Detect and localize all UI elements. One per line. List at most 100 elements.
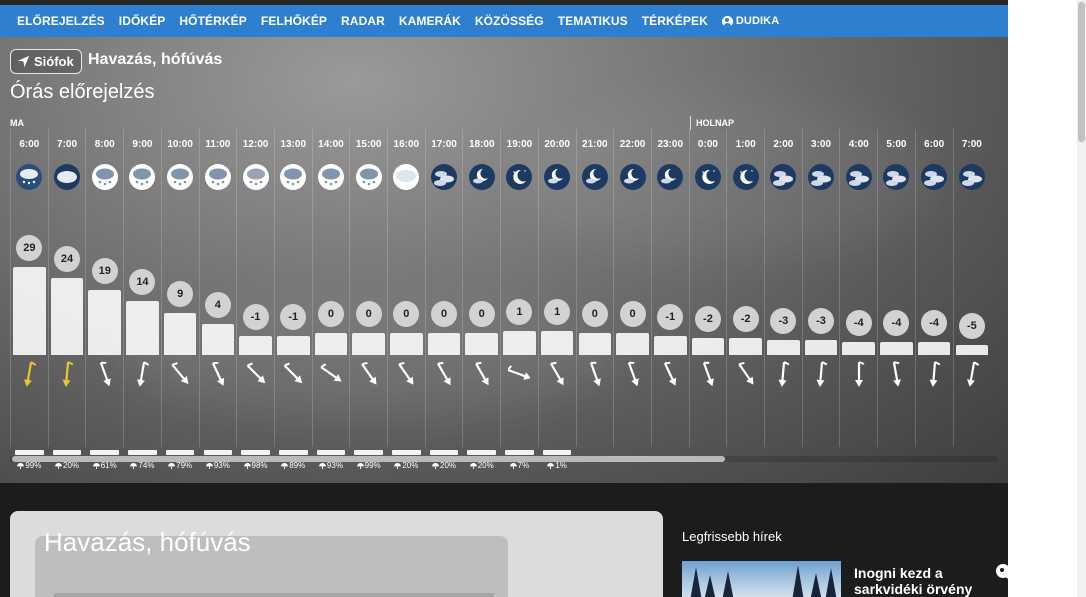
precip-bar xyxy=(128,450,157,455)
wind-arrow-icon xyxy=(507,359,532,389)
precip-bar xyxy=(429,450,459,455)
hour-column[interactable]: 8:00 19 61% xyxy=(85,129,123,470)
nav-kozosseg[interactable]: KÖZÖSSÉG xyxy=(475,14,544,28)
temperature-value: -1 xyxy=(280,303,307,330)
news-title[interactable]: Inogni kezd a sarkvidéki örvény xyxy=(854,565,1004,597)
hour-time: 3:00 xyxy=(811,139,832,150)
hour-time: 0:00 xyxy=(697,139,718,150)
nav-radar[interactable]: RADAR xyxy=(341,14,385,28)
nav-tematikus[interactable]: TEMATIKUS xyxy=(558,14,628,28)
hour-column[interactable]: 20:00 1 1% xyxy=(537,129,576,470)
precip-probability: 20% xyxy=(388,461,425,470)
weather-headline: Havazás, hófúvás xyxy=(88,51,223,68)
nav-elorejelzes[interactable]: ELŐREJELZÉS xyxy=(17,14,105,28)
horizontal-scrollbar-thumb[interactable] xyxy=(12,456,725,462)
hour-column[interactable]: 4:00 -4 xyxy=(839,129,877,447)
hour-column[interactable]: 11:00 4 93% xyxy=(198,129,237,470)
hour-column[interactable]: 10:00 9 79% xyxy=(160,129,199,470)
temperature-bar xyxy=(390,333,423,355)
idokep-logo[interactable]: időkép xyxy=(994,562,1072,584)
hour-time: 4:00 xyxy=(848,139,869,150)
night-partly-icon xyxy=(543,163,571,191)
temperature-value: -4 xyxy=(883,310,910,337)
hour-time: 22:00 xyxy=(619,139,646,150)
temperature-value: -1 xyxy=(242,303,269,330)
hour-column[interactable]: 12:00 -1 98% xyxy=(236,129,274,470)
wind-arrow-icon xyxy=(885,359,907,389)
hourly-grid[interactable]: 6:00 29 99% 7:00 24 20% 8:00 19 61% 9:00 14 74% 10:0… xyxy=(10,129,998,470)
hour-column[interactable]: 19:00 1 7% xyxy=(500,129,538,470)
wind-arrow-icon xyxy=(94,359,116,389)
wind-arrow-icon xyxy=(961,359,983,389)
hour-time: 17:00 xyxy=(431,139,457,150)
night-partly-icon xyxy=(468,163,496,191)
nav-user[interactable]: DUDIKA xyxy=(721,15,779,27)
temperature-bar xyxy=(427,333,461,355)
hour-column[interactable]: 21:00 0 xyxy=(575,129,614,447)
precip-bar xyxy=(203,450,233,455)
nav-terkepek[interactable]: TÉRKÉPEK xyxy=(642,14,708,28)
umbrella-icon xyxy=(243,463,251,469)
umbrella-icon xyxy=(168,463,176,469)
wind-arrow-icon xyxy=(659,359,681,389)
hour-time: 9:00 xyxy=(132,139,153,150)
nav-kamerak[interactable]: KAMERÁK xyxy=(399,14,461,28)
location-button[interactable]: Siófok xyxy=(10,49,82,74)
hour-column[interactable]: 5:00 -4 xyxy=(877,129,915,447)
temperature-value: -2 xyxy=(732,305,759,332)
hour-time: 12:00 xyxy=(242,139,269,150)
temperature-bar xyxy=(126,301,159,355)
temperature-bar xyxy=(276,335,310,355)
temperature-value: 4 xyxy=(204,292,231,319)
umbrella-icon xyxy=(356,463,364,469)
hour-column[interactable]: 2:00 -3 xyxy=(764,129,802,447)
nav-idokep[interactable]: IDŐKÉP xyxy=(119,14,166,28)
umbrella-icon xyxy=(509,463,517,469)
nav-hoterkep[interactable]: HŐTÉRKÉP xyxy=(179,14,246,28)
hour-column[interactable]: 18:00 0 20% xyxy=(462,129,500,470)
hour-column[interactable]: 7:00 -5 xyxy=(952,129,991,447)
hourly-forecast-panel: Siófok Havazás, hófúvás Órás előrejelzés… xyxy=(0,37,1008,483)
hour-column[interactable]: 6:00 -4 xyxy=(914,129,953,447)
snow-icon xyxy=(166,163,194,191)
temperature-value: 29 xyxy=(16,235,43,261)
hour-column[interactable]: 9:00 14 74% xyxy=(123,129,161,470)
wind-arrow-icon xyxy=(56,359,78,389)
precip-probability: 20% xyxy=(49,461,86,470)
wind-arrow-icon xyxy=(923,359,945,389)
wind-arrow-icon xyxy=(245,359,267,389)
news-thumbnail[interactable] xyxy=(682,561,841,597)
hour-column[interactable]: 7:00 24 20% xyxy=(47,129,86,470)
hour-column[interactable]: 22:00 0 xyxy=(613,129,651,447)
hour-column[interactable]: 3:00 -3 xyxy=(801,129,840,447)
location-name: Siófok xyxy=(34,54,74,69)
snow-icon xyxy=(355,163,383,191)
hour-column[interactable]: 15:00 0 99% xyxy=(349,129,387,470)
content-area: Havazás, hófúvás Legfrissebb hírek Inogn… xyxy=(0,483,1008,597)
temperature-bar xyxy=(201,324,235,355)
hour-time: 6:00 xyxy=(924,139,945,150)
hour-column[interactable]: 1:00 -2 xyxy=(726,129,764,447)
hour-time: 7:00 xyxy=(961,139,982,150)
section-title: Órás előrejelzés xyxy=(10,81,155,103)
wind-arrow-icon xyxy=(810,359,832,389)
wind-arrow-icon xyxy=(282,359,304,389)
snow-icon xyxy=(128,163,156,191)
temperature-value: -4 xyxy=(845,310,872,337)
night-cloudy-icon xyxy=(769,163,797,191)
nav-felhokep[interactable]: FELHŐKÉP xyxy=(261,14,327,28)
hour-column[interactable]: 16:00 0 20% xyxy=(387,129,425,470)
temperature-value: 0 xyxy=(317,301,344,328)
page-scrollbar-thumb[interactable] xyxy=(1078,2,1085,142)
right-page-margin xyxy=(1008,0,1086,597)
precip-probability: 61% xyxy=(86,461,123,470)
temperature-bar xyxy=(314,333,348,355)
hour-column[interactable]: 0:00 -2 xyxy=(688,129,727,447)
hour-column[interactable]: 23:00 -1 xyxy=(650,129,689,447)
temperature-bar xyxy=(729,337,762,355)
hour-column[interactable]: 6:00 29 99% xyxy=(10,129,48,470)
hour-column[interactable]: 13:00 -1 89% xyxy=(273,129,312,470)
hour-column[interactable]: 14:00 0 93% xyxy=(311,129,350,470)
temperature-bar xyxy=(955,344,989,355)
hour-column[interactable]: 17:00 0 20% xyxy=(424,129,463,470)
